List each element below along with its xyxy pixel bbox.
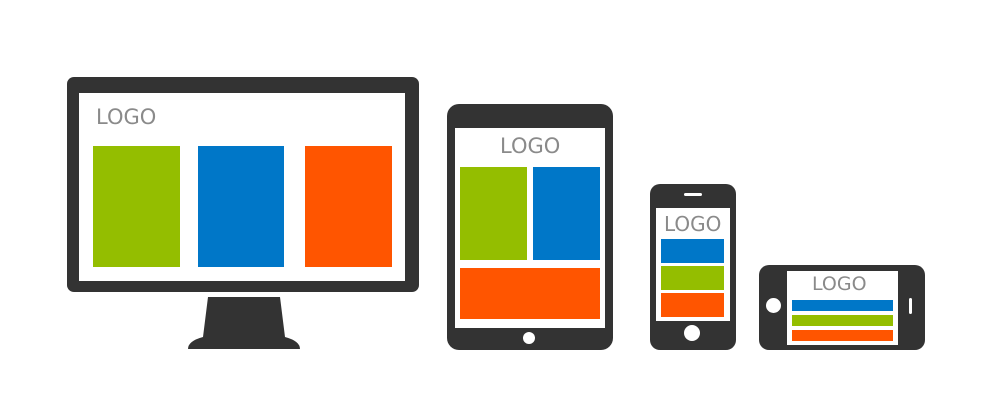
desktop-block-3 [305, 146, 392, 267]
phone-landscape-block-3 [792, 330, 893, 341]
tablet-block-1 [460, 167, 527, 260]
tablet-block-2 [533, 167, 600, 260]
phone-landscape-home-button-icon [766, 298, 781, 313]
phone-logo-text: LOGO [664, 212, 722, 236]
phone-landscape-speaker-icon [909, 298, 912, 314]
phone-home-button-icon [684, 325, 700, 341]
desktop-block-1 [93, 146, 180, 267]
tablet-logo-text: LOGO [500, 134, 561, 158]
phone-block-2 [661, 266, 724, 290]
phone-speaker-icon [684, 193, 702, 196]
phone-landscape-block-1 [792, 300, 893, 311]
phone-landscape-logo-text: LOGO [812, 273, 867, 295]
desktop-block-2 [198, 146, 284, 267]
phone-block-1 [661, 239, 724, 263]
desktop-logo-text: LOGO [96, 105, 157, 129]
phone-landscape-block-2 [792, 315, 893, 326]
tablet-home-button-icon [523, 332, 535, 344]
tablet-block-3 [460, 268, 600, 319]
phone-block-3 [661, 293, 724, 317]
monitor-stand-icon [188, 297, 300, 349]
